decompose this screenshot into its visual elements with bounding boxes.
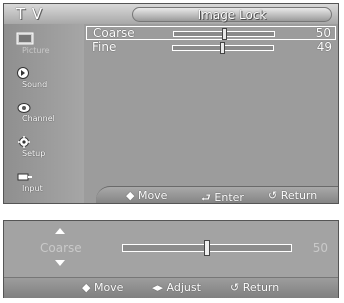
sidebar-item-label: Picture (22, 46, 50, 55)
move-hint: ◆ Move (82, 281, 124, 294)
sidebar-item-label: Input (22, 184, 43, 193)
osd-slider[interactable] (122, 240, 292, 256)
fine-label: Fine (92, 40, 117, 54)
setup-icon (18, 136, 30, 148)
sidebar-item-picture[interactable]: Picture (4, 28, 84, 59)
fine-row[interactable]: Fine 49 (86, 40, 336, 55)
return-hint: ↺ Return (268, 189, 318, 202)
menu-footer: ◆ Move ⮐ Enter ↺ Return (96, 186, 338, 204)
sidebar-item-label: Sound (22, 80, 48, 89)
coarse-row[interactable]: Coarse 50 (86, 26, 336, 40)
osd-setting-name: Coarse (40, 241, 82, 255)
up-arrow-icon[interactable] (55, 228, 65, 234)
osd-footer: ◆ Move ◂▸ Adjust ↺ Return (4, 277, 338, 298)
fine-slider-knob[interactable] (220, 42, 225, 54)
down-arrow-icon[interactable] (55, 260, 65, 266)
fine-slider[interactable] (172, 42, 274, 54)
sidebar-item-sound[interactable]: Sound (4, 62, 84, 93)
coarse-value: 50 (315, 26, 331, 40)
enter-hint: ⮐ Enter (201, 191, 244, 204)
sidebar-item-channel[interactable]: Channel (4, 96, 84, 127)
sidebar-item-setup[interactable]: Setup (4, 131, 84, 162)
sidebar-item-label: Setup (22, 149, 46, 158)
input-icon (17, 173, 32, 181)
osd-slider-knob[interactable] (204, 240, 210, 256)
channel-icon (17, 103, 31, 113)
menu-title-bar: T V Image Lock (4, 4, 338, 24)
return-hint: ↺ Return (230, 281, 280, 294)
adjust-hint: ◂▸ Adjust (152, 281, 201, 294)
osd-value: 50 (312, 241, 328, 255)
sidebar: Picture Sound Channel Setup Input (4, 24, 84, 203)
title-tab: Image Lock (132, 7, 332, 22)
coarse-label: Coarse (93, 26, 135, 40)
menu-title: Image Lock (197, 8, 267, 22)
sidebar-item-label: Channel (22, 114, 55, 123)
fine-value: 49 (316, 40, 332, 54)
image-lock-menu: T V Image Lock Picture Sound Channel Set… (3, 3, 339, 204)
coarse-adjust-osd: Coarse 50 ◆ Move ◂▸ Adjust ↺ Return (3, 220, 339, 298)
image-lock-settings: Coarse 50 Fine 49 (86, 26, 336, 186)
sound-icon (17, 67, 29, 79)
coarse-slider[interactable] (173, 28, 275, 40)
sidebar-item-input[interactable]: Input (4, 166, 84, 197)
coarse-slider-knob[interactable] (222, 28, 227, 40)
osd-slider-area: Coarse 50 (4, 221, 338, 277)
tv-section-label: T V (16, 5, 44, 23)
move-hint: ◆ Move (126, 189, 168, 202)
picture-icon (16, 32, 34, 45)
